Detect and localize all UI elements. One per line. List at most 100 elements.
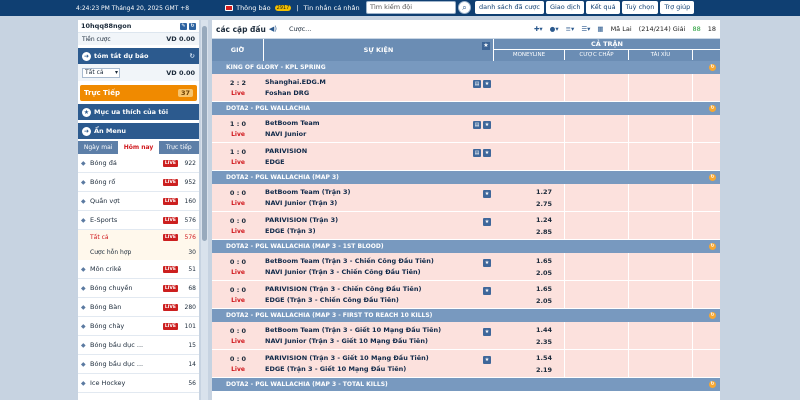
odds-away[interactable]: 2.35 bbox=[536, 338, 552, 346]
odds-home[interactable]: 1.24 bbox=[536, 216, 552, 224]
odds-home[interactable]: 1.54 bbox=[536, 354, 552, 362]
summary-header[interactable]: ➜ tóm tắt dự báo ↻ bbox=[78, 48, 199, 64]
refresh-icon[interactable]: ↻ bbox=[709, 381, 716, 388]
star-icon[interactable]: ★ bbox=[483, 80, 491, 88]
stats-icon[interactable]: ▤ bbox=[473, 121, 481, 129]
star-icon[interactable]: ★ bbox=[483, 259, 491, 267]
sidebar-item-sport[interactable]: ◆ Ice Hockey 56 bbox=[78, 374, 199, 393]
odds-type-icon[interactable]: ▦ bbox=[597, 25, 603, 33]
refresh-icon[interactable]: ↻ bbox=[189, 22, 196, 30]
summary-value: VD 0.00 bbox=[166, 68, 195, 77]
sidebar-item-sport[interactable]: ◆ Quần vợt LIVE 160 bbox=[78, 192, 199, 211]
nav-bet-list[interactable]: danh sách đã cược bbox=[475, 1, 544, 14]
odds-away[interactable]: 2.85 bbox=[536, 228, 552, 236]
summary-filter-select[interactable]: Tất cả bbox=[82, 67, 120, 78]
sport-name: Bóng bầu dục ... bbox=[90, 341, 144, 349]
star-icon[interactable]: ★ bbox=[483, 149, 491, 157]
league-header[interactable]: DOTA2 - PGL WALLACHIA (MAP 3 - TOTAL KIL… bbox=[212, 378, 720, 391]
nav-options[interactable]: Tuỳ chọn bbox=[621, 1, 659, 14]
menu-header[interactable]: ➜ Ẩn Menu bbox=[78, 123, 199, 139]
star-icon[interactable]: ★ bbox=[483, 190, 491, 198]
away-team: NAVI Junior bbox=[265, 130, 307, 138]
league-filter[interactable]: Cược... bbox=[289, 25, 311, 33]
league-header[interactable]: KING OF GLORY - KPL SPRING ↻ bbox=[212, 61, 720, 74]
handicap-cell bbox=[565, 350, 629, 377]
odds-away[interactable]: 2.05 bbox=[536, 269, 552, 277]
refresh-icon[interactable]: ↻ bbox=[709, 174, 716, 181]
league-header[interactable]: DOTA2 - PGL WALLACHIA (MAP 3 - FIRST TO … bbox=[212, 309, 720, 322]
odds-home[interactable]: 1.65 bbox=[536, 257, 552, 265]
league-header[interactable]: DOTA2 - PGL WALLACHIA (MAP 3) ↻ bbox=[212, 171, 720, 184]
star-icon[interactable]: ★ bbox=[483, 356, 491, 364]
sort-select[interactable]: Mã Lai bbox=[611, 25, 632, 33]
sport-count: 14 bbox=[188, 360, 196, 368]
sidebar-item-sport[interactable]: ◆ Bóng chuyền LIVE 68 bbox=[78, 279, 199, 298]
star-icon[interactable]: ★ bbox=[483, 328, 491, 336]
odds-away[interactable]: 2.19 bbox=[536, 366, 552, 374]
username: 10hqq88ngon bbox=[81, 22, 132, 30]
sidebar-subitem[interactable]: Tất cả LIVE 576 bbox=[78, 230, 199, 245]
odds-home[interactable]: 1.44 bbox=[536, 326, 552, 334]
league-header[interactable]: DOTA2 - PGL WALLACHIA (MAP 3 - 1ST BLOOD… bbox=[212, 240, 720, 253]
sort-icon[interactable]: ≡▾ bbox=[566, 25, 575, 33]
sidebar-item-sport[interactable]: ◆ Bóng đá LIVE 922 bbox=[78, 154, 199, 173]
match-time: 1 : 0 Live bbox=[212, 143, 264, 170]
refresh-icon[interactable]: ↻ bbox=[709, 243, 716, 250]
stats-icon[interactable]: ▤ bbox=[473, 80, 481, 88]
notice-label[interactable]: Thông báo bbox=[236, 4, 270, 12]
star-icon[interactable]: ★ bbox=[483, 287, 491, 295]
match-time: 0 : 0 Live bbox=[212, 253, 264, 280]
star-icon[interactable]: ★ bbox=[483, 218, 491, 226]
star-icon[interactable]: ★ bbox=[483, 121, 491, 129]
odds-away[interactable]: 2.75 bbox=[536, 200, 552, 208]
add-icon[interactable]: ✚▾ bbox=[534, 25, 543, 33]
favorites-header[interactable]: ★ Mục ưa thích của tôi bbox=[78, 104, 199, 120]
sidebar-item-sport[interactable]: ◆ Môn crikê LIVE 51 bbox=[78, 260, 199, 279]
sport-count: 51 bbox=[188, 265, 196, 273]
handicap-cell bbox=[565, 212, 629, 239]
odds-away[interactable]: 2.05 bbox=[536, 297, 552, 305]
messages-link[interactable]: Tin nhắn cá nhân bbox=[304, 4, 360, 12]
sport-name: Ice Hockey bbox=[90, 379, 126, 387]
refresh-icon[interactable]: ↻ bbox=[709, 64, 716, 71]
scrollbar-thumb[interactable] bbox=[202, 26, 207, 241]
nav-transactions[interactable]: Giao dịch bbox=[545, 1, 585, 14]
sidebar-item-sport[interactable]: ◆ Bóng chày LIVE 101 bbox=[78, 317, 199, 336]
extra-cell bbox=[693, 322, 720, 349]
stats-icon[interactable]: ▤ bbox=[473, 149, 481, 157]
star-icon[interactable]: ★ bbox=[482, 42, 490, 50]
sidebar-subitem[interactable]: Cược hỗn hợp 30 bbox=[78, 245, 199, 260]
speaker-icon[interactable]: ◀) bbox=[269, 25, 277, 33]
odds-home[interactable]: 1.65 bbox=[536, 285, 552, 293]
list-icon[interactable]: ☰▾ bbox=[581, 25, 590, 33]
search-icon[interactable]: ⌕ bbox=[458, 1, 471, 14]
refresh-icon[interactable]: ↻ bbox=[190, 52, 195, 60]
currency-icon[interactable]: ●▾ bbox=[550, 25, 559, 33]
refresh-icon[interactable]: ↻ bbox=[709, 312, 716, 319]
sidebar-item-sport[interactable]: ◆ Bóng rổ LIVE 952 bbox=[78, 173, 199, 192]
notice-area[interactable]: Thông báo 2917 | Tin nhắn cá nhân bbox=[225, 4, 360, 12]
nav-help[interactable]: Trợ giúp bbox=[660, 1, 695, 14]
col-handicap: CƯỢC CHẤP bbox=[565, 50, 629, 60]
live-text: Live bbox=[231, 227, 245, 235]
sidebar-item-sport[interactable]: ◆ Bóng bầu dục ... 14 bbox=[78, 355, 199, 374]
live-button[interactable]: Trực Tiếp 37 bbox=[80, 85, 197, 101]
search-input[interactable]: Tìm kiếm đội bbox=[366, 1, 456, 14]
odds-home[interactable]: 1.27 bbox=[536, 188, 552, 196]
match-teams: PARIVISION (Trận 3 - Chiến Công Đầu Tiên… bbox=[265, 285, 421, 304]
tab-live[interactable]: Trực tiếp bbox=[158, 141, 199, 154]
sidebar-item-sport[interactable]: ◆ E-Sports LIVE 576 bbox=[78, 211, 199, 230]
edit-icon[interactable]: ✎ bbox=[180, 22, 187, 30]
toolbar: ✚▾ ●▾ ≡▾ ☰▾ ▦ Mã Lai (214/214) Giải 88 1… bbox=[534, 25, 716, 33]
tab-tomorrow[interactable]: Ngày mai bbox=[78, 141, 119, 154]
scrollbar[interactable] bbox=[201, 20, 208, 400]
match-row: 2 : 2 Live Shanghai.EDG.M Foshan DRG ▤ ★ bbox=[212, 74, 720, 102]
tab-today[interactable]: Hôm nay bbox=[118, 141, 159, 154]
sidebar-item-sport[interactable]: ◆ Bóng Bàn LIVE 280 bbox=[78, 298, 199, 317]
nav-results[interactable]: Kết quả bbox=[586, 1, 620, 14]
refresh-icon[interactable]: ↻ bbox=[709, 105, 716, 112]
league-header[interactable]: DOTA2 - PGL WALLACHIA ↻ bbox=[212, 102, 720, 115]
sidebar-item-sport[interactable]: ◆ Bóng bầu dục ... 15 bbox=[78, 336, 199, 355]
match-time: 2 : 2 Live bbox=[212, 74, 264, 101]
match-row: 0 : 0 Live PARIVISION (Trận 3 - Chiến Công… bbox=[212, 281, 720, 309]
